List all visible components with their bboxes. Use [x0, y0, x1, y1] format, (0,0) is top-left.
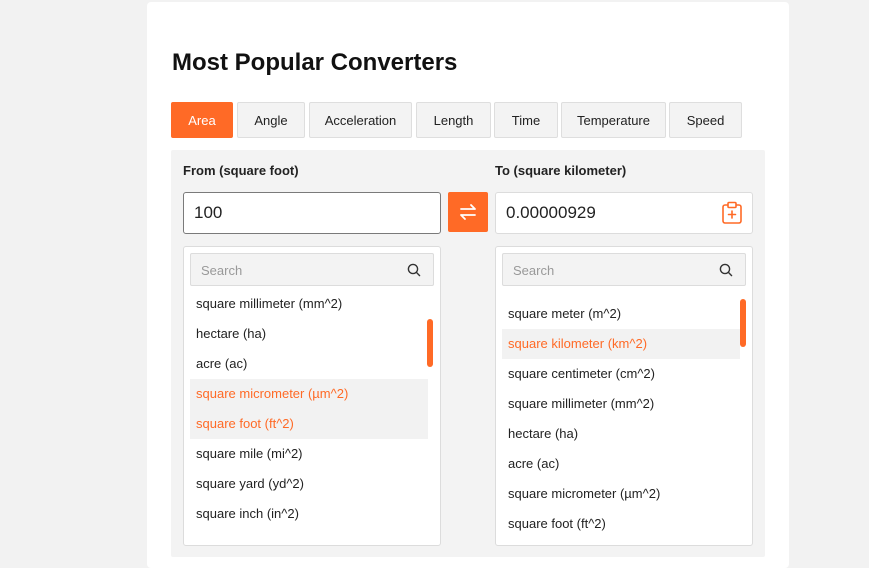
to-unit-item[interactable]: square millimeter (mm^2)	[502, 389, 740, 419]
tab-angle[interactable]: Angle	[237, 102, 305, 138]
to-unit-item[interactable]: acre (ac)	[502, 449, 740, 479]
to-unit-item[interactable]: square foot (ft^2)	[502, 509, 740, 539]
search-icon[interactable]	[719, 263, 733, 277]
from-unit-item[interactable]: square millimeter (mm^2)	[190, 289, 428, 319]
tab-area[interactable]: Area	[171, 102, 233, 138]
from-unit-item[interactable]: square yard (yd^2)	[190, 469, 428, 499]
swap-button[interactable]	[448, 192, 488, 232]
search-icon[interactable]	[407, 263, 421, 277]
from-unit-item-selected[interactable]: square foot (ft^2)	[190, 409, 428, 439]
from-search-input[interactable]	[191, 254, 403, 287]
to-search-input[interactable]	[503, 254, 715, 287]
from-unit-item[interactable]: hectare (ha)	[190, 319, 428, 349]
from-unit-item[interactable]: square mile (mi^2)	[190, 439, 428, 469]
page-title: Most Popular Converters	[172, 49, 458, 76]
from-unit-item[interactable]: square inch (in^2)	[190, 499, 428, 529]
from-label: From (square foot)	[183, 163, 299, 178]
from-unit-item[interactable]: square micrometer (µm^2)	[190, 379, 428, 409]
swap-arrows-icon	[460, 204, 476, 220]
to-list-scrollbar[interactable]	[740, 299, 746, 347]
to-unit-item[interactable]: square meter (m^2)	[502, 299, 740, 329]
tab-time[interactable]: Time	[494, 102, 558, 138]
to-unit-item[interactable]: hectare (ha)	[502, 419, 740, 449]
from-unit-list: square millimeter (mm^2) hectare (ha) ac…	[183, 246, 441, 546]
to-value: 0.00000929	[506, 203, 596, 222]
tab-speed[interactable]: Speed	[669, 102, 742, 138]
to-unit-list: square meter (m^2) square kilometer (km^…	[495, 246, 753, 546]
to-search	[502, 253, 746, 287]
clipboard-plus-icon	[722, 201, 742, 224]
tab-acceleration[interactable]: Acceleration	[309, 102, 412, 138]
to-unit-item[interactable]: square centimeter (cm^2)	[502, 359, 740, 389]
to-value-field[interactable]: 0.00000929	[495, 192, 753, 234]
copy-button[interactable]	[721, 201, 743, 225]
to-label: To (square kilometer)	[495, 163, 627, 178]
from-list-scrollbar[interactable]	[427, 319, 433, 367]
from-value-input[interactable]	[183, 192, 441, 234]
to-unit-item-selected[interactable]: square kilometer (km^2)	[502, 329, 740, 359]
from-search	[190, 253, 434, 287]
tab-temperature[interactable]: Temperature	[561, 102, 666, 138]
to-unit-item[interactable]: square micrometer (µm^2)	[502, 479, 740, 509]
from-unit-item[interactable]: acre (ac)	[190, 349, 428, 379]
tab-length[interactable]: Length	[416, 102, 491, 138]
